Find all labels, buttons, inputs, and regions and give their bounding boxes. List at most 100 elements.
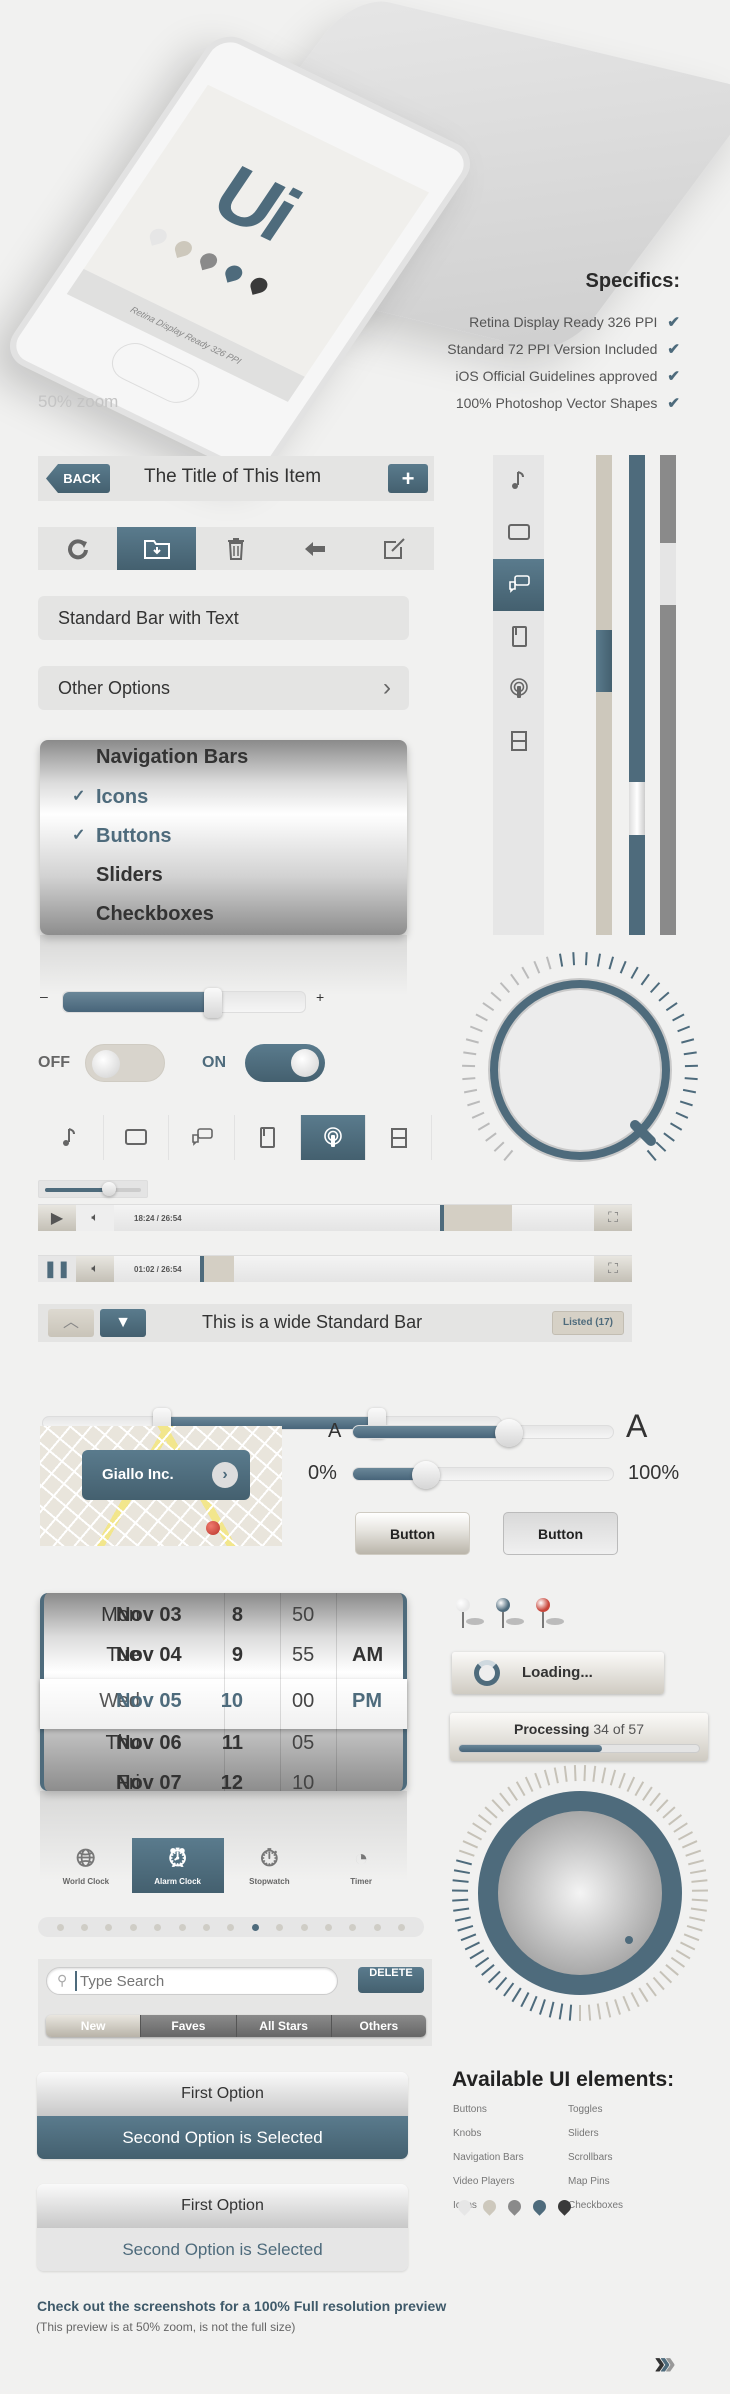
page-dot[interactable]: [324, 1923, 332, 1931]
disclosure-icon[interactable]: ›: [212, 1462, 238, 1488]
date-row[interactable]: Tue Nov 04 9 55 AM: [44, 1635, 403, 1675]
page-dot[interactable]: [154, 1923, 162, 1931]
page-dot[interactable]: [56, 1923, 64, 1931]
scrollbar-tan[interactable]: [596, 455, 612, 935]
down-button[interactable]: ▼: [100, 1309, 146, 1337]
picker-item[interactable]: ✓ Buttons: [72, 825, 172, 848]
icon-tab[interactable]: [300, 1115, 367, 1160]
page-dot[interactable]: [300, 1923, 308, 1931]
search-input[interactable]: [75, 1971, 325, 1991]
vertical-tab[interactable]: [493, 715, 544, 767]
picker-reflection: [40, 935, 407, 995]
volume-slider[interactable]: [62, 988, 306, 1018]
page-dot[interactable]: [373, 1923, 381, 1931]
next-button[interactable]: ›››: [654, 2344, 676, 2383]
page-dot[interactable]: [129, 1923, 137, 1931]
button-raised[interactable]: Button: [355, 1512, 470, 1555]
page-dot[interactable]: [251, 1923, 259, 1931]
first-option[interactable]: First Option: [37, 2184, 408, 2228]
icon-tab[interactable]: [38, 1115, 104, 1160]
fullscreen-button[interactable]: ⛶: [594, 1204, 632, 1231]
second-option-selected[interactable]: Second Option is Selected: [37, 2115, 408, 2159]
font-size-slider[interactable]: [352, 1419, 614, 1447]
slider-thumb[interactable]: [495, 1419, 523, 1447]
segment-all-stars[interactable]: All Stars: [235, 2015, 331, 2037]
folder-download-button[interactable]: [117, 527, 197, 570]
page-indicator[interactable]: [38, 1917, 424, 1937]
listed-badge[interactable]: Listed (17): [551, 1311, 624, 1335]
clock-tab[interactable]: 🌐︎ World Clock: [40, 1838, 132, 1893]
date-row[interactable]: Thu Nov 06 11 05: [44, 1723, 403, 1763]
segment-others[interactable]: Others: [330, 2015, 426, 2037]
second-option-selected[interactable]: Second Option is Selected: [37, 2227, 408, 2271]
segment-faves[interactable]: Faves: [140, 2015, 236, 2037]
page-dot[interactable]: [276, 1923, 284, 1931]
map-callout[interactable]: Giallo Inc. ›: [82, 1450, 250, 1500]
refresh-button[interactable]: [38, 527, 117, 570]
scrollbar-blue[interactable]: [629, 455, 645, 935]
page-dot[interactable]: [398, 1923, 406, 1931]
date-row[interactable]: Wed Nov 05 10 00 PM: [44, 1681, 403, 1721]
page-dot[interactable]: [203, 1923, 211, 1931]
metal-knob[interactable]: [445, 1758, 715, 2028]
percent-slider[interactable]: [352, 1461, 614, 1489]
picker-item[interactable]: Checkboxes: [96, 903, 214, 926]
page-dot[interactable]: [349, 1923, 357, 1931]
up-button[interactable]: ︿: [48, 1309, 94, 1337]
play-button[interactable]: ▶: [38, 1204, 76, 1231]
vertical-tab[interactable]: [493, 611, 544, 663]
page-dot[interactable]: [81, 1923, 89, 1931]
icon-tab[interactable]: [169, 1115, 236, 1160]
seek-bar[interactable]: 18:24 / 26:54: [114, 1204, 594, 1231]
slider-thumb[interactable]: [102, 1182, 117, 1196]
scrollbar-gray[interactable]: [660, 455, 676, 935]
vertical-tab[interactable]: [493, 507, 544, 559]
map-pin-icon[interactable]: [206, 1521, 220, 1535]
clock-tab[interactable]: ⏰︎ Alarm Clock: [131, 1838, 224, 1893]
clock-tab[interactable]: ◔ Timer: [315, 1838, 407, 1893]
compose-button[interactable]: [355, 527, 434, 570]
toggle-off[interactable]: [85, 1044, 165, 1082]
delete-button[interactable]: DELETE: [358, 1967, 424, 1993]
segment-new[interactable]: New: [46, 2015, 141, 2037]
trash-button[interactable]: [196, 527, 275, 570]
slider-thumb[interactable]: [411, 1461, 440, 1489]
search-field[interactable]: ⚲: [46, 1967, 338, 1995]
scroll-thumb[interactable]: [629, 782, 645, 835]
volume-button[interactable]: 🔈︎: [76, 1255, 114, 1282]
volume-knob[interactable]: [455, 945, 705, 1195]
volume-button[interactable]: 🔈︎: [76, 1204, 114, 1231]
date-row[interactable]: Mon Nov 03 8 50: [44, 1595, 403, 1635]
pause-button[interactable]: ❚❚: [38, 1255, 76, 1282]
vertical-tab[interactable]: [493, 663, 544, 715]
page-dot[interactable]: [178, 1923, 186, 1931]
back-button[interactable]: BACK: [46, 464, 110, 493]
map-view[interactable]: Giallo Inc. ›: [40, 1426, 282, 1546]
button-pressed[interactable]: Button: [503, 1512, 618, 1555]
checkbox-picker[interactable]: Navigation Bars ✓ Icons ✓ Buttons Sliders …: [40, 740, 407, 935]
first-option[interactable]: First Option: [37, 2072, 408, 2116]
icon-tab[interactable]: [104, 1115, 170, 1160]
slider-thumb[interactable]: [204, 988, 223, 1018]
page-dot[interactable]: [105, 1923, 113, 1931]
scroll-thumb[interactable]: [596, 630, 612, 692]
toggle-on[interactable]: [245, 1044, 325, 1082]
vertical-tab[interactable]: [493, 559, 544, 611]
page-dot[interactable]: [227, 1923, 235, 1931]
add-button[interactable]: +: [388, 464, 428, 493]
picker-item[interactable]: Navigation Bars: [96, 746, 248, 769]
vertical-tab[interactable]: [493, 455, 544, 507]
date-time-picker[interactable]: Mon Nov 03 8 50 Tue Nov 04 9 55 AM Wed Nov 05 10 00 P…: [40, 1593, 407, 1794]
icon-tab[interactable]: [235, 1115, 301, 1160]
picker-item[interactable]: ✓ Icons: [72, 786, 148, 809]
seek-bar[interactable]: 01:02 / 26:54: [114, 1255, 594, 1282]
back-arrow-button[interactable]: [276, 527, 355, 570]
clock-tab[interactable]: ⏱︎ Stopwatch: [224, 1838, 316, 1893]
fullscreen-button[interactable]: ⛶: [594, 1255, 632, 1282]
scroll-thumb[interactable]: [660, 543, 676, 605]
icon-tab[interactable]: [366, 1115, 433, 1160]
mini-slider[interactable]: [38, 1180, 148, 1198]
picker-item[interactable]: Sliders: [96, 864, 163, 887]
other-options-row[interactable]: Other Options ›: [38, 666, 409, 710]
speaker-icon: 🔈︎: [91, 1210, 99, 1224]
